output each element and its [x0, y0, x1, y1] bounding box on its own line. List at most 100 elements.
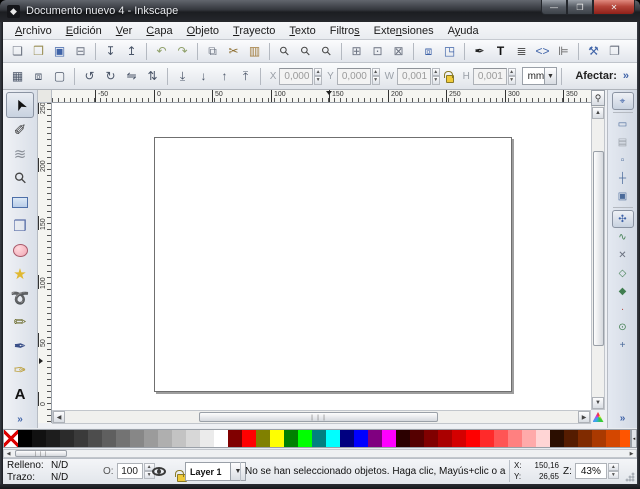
palette-scroll-left-icon[interactable]: ◀	[4, 450, 13, 457]
close-button[interactable]: ✕	[593, 0, 635, 15]
color-swatch[interactable]	[130, 430, 144, 447]
align-dialog-icon[interactable]: ⊫	[554, 42, 573, 61]
tool-zoom[interactable]: ⚲	[6, 166, 34, 190]
tool-pencil[interactable]: ✏	[6, 310, 34, 334]
height-field[interactable]: 0,001	[473, 68, 507, 85]
toolbar-overflow-chevron[interactable]: »	[623, 70, 629, 82]
rotate-ccw-icon[interactable]: ↺	[80, 67, 99, 86]
color-swatch[interactable]	[172, 430, 186, 447]
no-color-swatch[interactable]	[4, 430, 18, 447]
color-swatch[interactable]	[74, 430, 88, 447]
snap-bbox-centers-icon[interactable]: ▣	[612, 187, 634, 205]
color-swatch[interactable]	[102, 430, 116, 447]
color-swatch[interactable]	[144, 430, 158, 447]
duplicate-icon[interactable]: ⊞	[347, 42, 366, 61]
snap-cusp-nodes-icon[interactable]: ◇	[612, 264, 634, 282]
resize-grip[interactable]	[625, 472, 635, 482]
scroll-left-icon[interactable]: ◀	[53, 411, 65, 423]
color-swatch[interactable]	[494, 430, 508, 447]
flip-vertical-icon[interactable]: ⇅	[143, 67, 162, 86]
vertical-scroll-thumb[interactable]	[593, 151, 604, 346]
color-swatch[interactable]	[228, 430, 242, 447]
color-swatch[interactable]	[256, 430, 270, 447]
color-swatch[interactable]	[522, 430, 536, 447]
width-field-spinner[interactable]: ▲▼	[432, 68, 440, 85]
x-field[interactable]: 0,000	[279, 68, 313, 85]
color-swatch[interactable]	[410, 430, 424, 447]
width-field[interactable]: 0,001	[397, 68, 431, 85]
color-swatch[interactable]	[46, 430, 60, 447]
snap-bbox-corners-icon[interactable]: ▫	[612, 151, 634, 169]
raise-icon[interactable]: ↑	[215, 67, 234, 86]
layer-visibility-eye-icon[interactable]	[152, 467, 166, 476]
print-document-icon[interactable]: ⊟	[71, 42, 90, 61]
color-swatch[interactable]	[340, 430, 354, 447]
scroll-down-icon[interactable]: ▼	[592, 397, 604, 409]
raise-to-top-icon[interactable]: ⤒	[236, 67, 255, 86]
tool-ellipse[interactable]	[6, 238, 34, 262]
snap-object-centers-icon[interactable]: ⊙	[612, 318, 634, 336]
lower-icon[interactable]: ↓	[194, 67, 213, 86]
sticky-zoom-button[interactable]: ⚲	[591, 90, 605, 106]
menu-filtros[interactable]: Filtros	[323, 23, 367, 39]
color-swatch[interactable]	[354, 430, 368, 447]
color-swatch[interactable]	[32, 430, 46, 447]
select-all-layers-icon[interactable]: ⧈	[29, 67, 48, 86]
deselect-icon[interactable]: ▢	[50, 67, 69, 86]
export-icon[interactable]: ↥	[122, 42, 141, 61]
snap-midpoints-icon[interactable]: ∙	[612, 300, 634, 318]
color-swatch[interactable]	[480, 430, 494, 447]
snap-paths-icon[interactable]: ∿	[612, 228, 634, 246]
snap-nodes-icon[interactable]: ✣	[612, 210, 634, 228]
vertical-ruler[interactable]: 250200150100500	[38, 103, 52, 423]
document-page[interactable]	[154, 137, 512, 392]
snap-smooth-nodes-icon[interactable]: ◆	[612, 282, 634, 300]
horizontal-scroll-thumb[interactable]: ❘❘❘	[199, 412, 438, 422]
group-icon[interactable]: ⧈	[419, 42, 438, 61]
fill-stroke-indicator[interactable]: Relleno:N/D Trazo:N/D	[7, 460, 79, 484]
zoom-selection-icon[interactable]: ⚲	[275, 42, 294, 61]
color-swatch[interactable]	[312, 430, 326, 447]
palette-scroll-thumb[interactable]: ❘❘❘	[15, 450, 67, 457]
color-swatch[interactable]	[88, 430, 102, 447]
zoom-field[interactable]: 43%	[575, 463, 607, 479]
color-swatch[interactable]	[368, 430, 382, 447]
canvas[interactable]	[52, 103, 591, 410]
color-swatch[interactable]	[298, 430, 312, 447]
color-swatch[interactable]	[564, 430, 578, 447]
preferences-icon[interactable]: ⚒	[584, 42, 603, 61]
color-swatch[interactable]	[214, 430, 228, 447]
title-bar[interactable]: ◆ Documento nuevo 4 - Inkscape —❐✕	[0, 0, 640, 22]
color-swatch[interactable]	[438, 430, 452, 447]
current-layer-name[interactable]: Layer 1	[185, 462, 231, 481]
color-swatch[interactable]	[60, 430, 74, 447]
tool-3dbox[interactable]: ❒	[6, 214, 34, 238]
create-clone-icon[interactable]: ⊡	[368, 42, 387, 61]
palette-scrollbar[interactable]: ◀ ❘❘❘ ▶	[3, 449, 637, 458]
toolbox-overflow-chevron[interactable]: »	[17, 414, 23, 425]
color-swatch[interactable]	[158, 430, 172, 447]
color-swatch[interactable]	[508, 430, 522, 447]
snap-path-intersections-icon[interactable]: ✕	[612, 246, 634, 264]
unlink-clone-icon[interactable]: ⊠	[389, 42, 408, 61]
open-document-icon[interactable]: ❒	[29, 42, 48, 61]
units-dropdown-icon[interactable]: ▼	[545, 67, 556, 85]
color-swatch[interactable]	[18, 430, 32, 447]
layers-dialog-icon[interactable]: ≣	[512, 42, 531, 61]
horizontal-ruler[interactable]: -50050100150200250300350	[52, 90, 591, 103]
x-field-spinner[interactable]: ▲▼	[314, 68, 322, 85]
color-managed-view-toggle[interactable]	[591, 410, 605, 424]
menu-objeto[interactable]: Objeto	[180, 23, 226, 39]
save-document-icon[interactable]: ▣	[50, 42, 69, 61]
menu-ayuda[interactable]: Ayuda	[441, 23, 486, 39]
scroll-up-icon[interactable]: ▲	[592, 107, 604, 119]
flip-horizontal-icon[interactable]: ⇋	[122, 67, 141, 86]
color-swatch[interactable]	[536, 430, 550, 447]
opacity-field[interactable]: 100	[117, 463, 143, 479]
document-properties-icon[interactable]: ❐	[605, 42, 624, 61]
ungroup-icon[interactable]: ◳	[440, 42, 459, 61]
color-swatch[interactable]	[242, 430, 256, 447]
lower-to-bottom-icon[interactable]: ⤓	[173, 67, 192, 86]
import-icon[interactable]: ↧	[101, 42, 120, 61]
xml-editor-icon[interactable]: <>	[533, 42, 552, 61]
